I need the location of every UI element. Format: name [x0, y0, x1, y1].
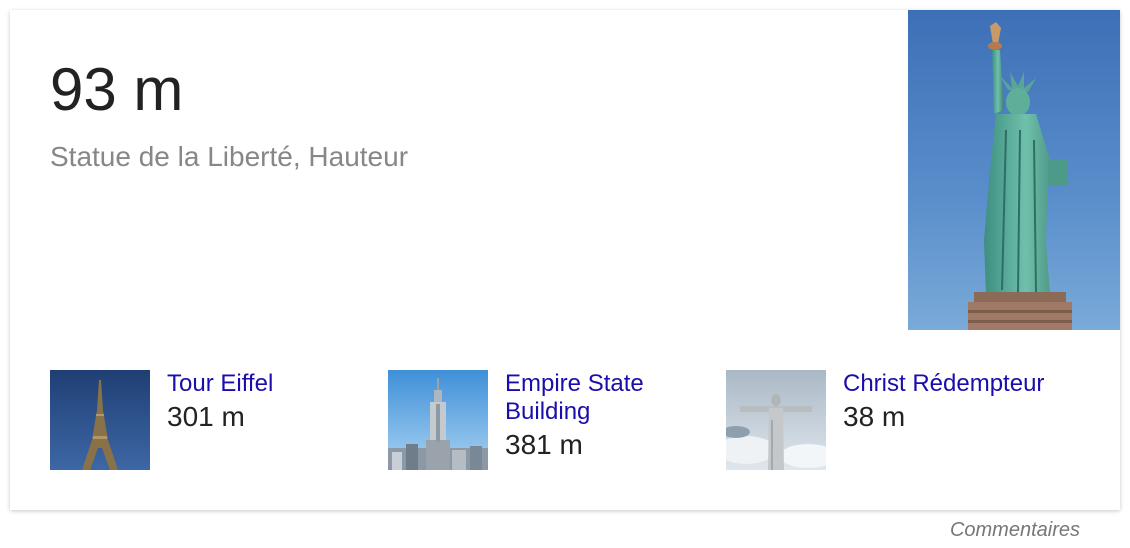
- answer-subtitle: Statue de la Liberté, Hauteur: [50, 141, 409, 172]
- related-item-christ-redempteur[interactable]: Christ Rédempteur 38 m: [726, 370, 1056, 470]
- answer-card: 93 m Statue de la Liberté, Hauteur Tour …: [10, 10, 1120, 510]
- related-item-empire-state-building[interactable]: Empire State Building 381 m: [388, 370, 718, 470]
- related-name-link[interactable]: Tour Eiffel 301 m: [167, 370, 377, 433]
- answer-value: 93 m: [50, 56, 184, 123]
- related-value: 381 m: [505, 429, 583, 460]
- feedback-link[interactable]: Commentaires: [950, 518, 1080, 542]
- related-value: 301 m: [167, 401, 245, 432]
- related-item-tour-eiffel[interactable]: Tour Eiffel 301 m: [50, 370, 380, 470]
- related-name-label: Empire State Building: [505, 370, 644, 425]
- eiffel-tower-image[interactable]: [50, 370, 150, 470]
- statue-of-liberty-image[interactable]: [908, 10, 1120, 330]
- related-name-label: Christ Rédempteur: [843, 370, 1045, 397]
- empire-state-building-image[interactable]: [388, 370, 488, 470]
- related-name-link[interactable]: Christ Rédempteur 38 m: [843, 370, 1053, 433]
- related-value: 38 m: [843, 401, 906, 432]
- related-name-label: Tour Eiffel: [167, 370, 274, 397]
- christ-redeemer-image[interactable]: [726, 370, 826, 470]
- related-name-link[interactable]: Empire State Building 381 m: [505, 370, 715, 461]
